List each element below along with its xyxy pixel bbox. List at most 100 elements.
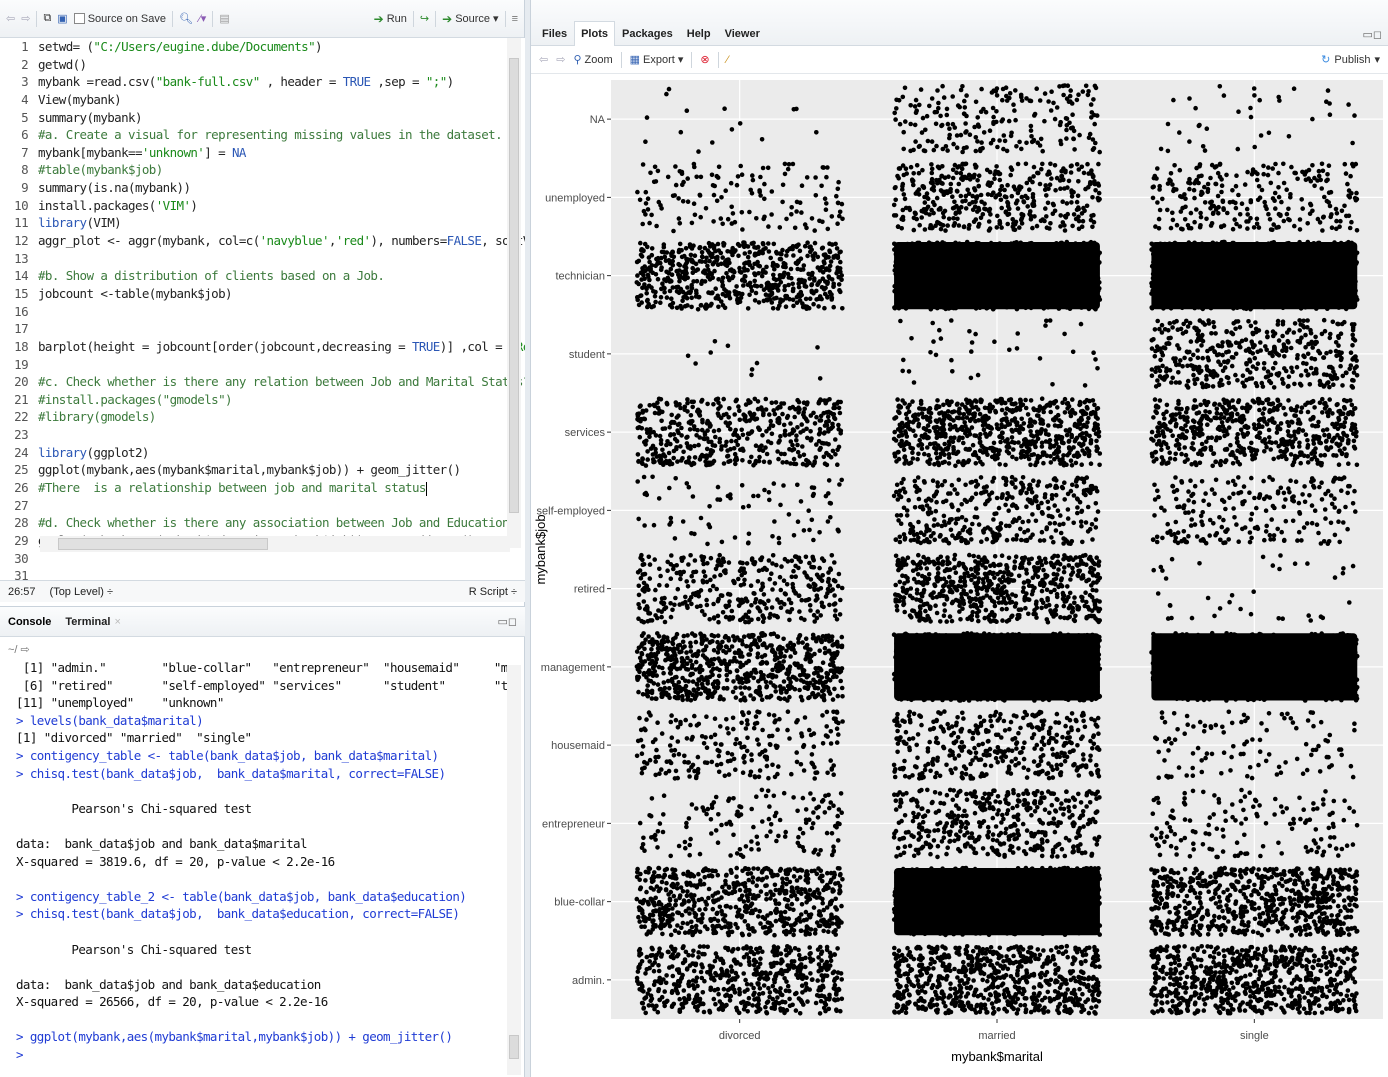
maximize-pane-icon[interactable]: ▭◻ <box>497 615 517 628</box>
editor-line[interactable]: 27 <box>0 497 525 515</box>
show-in-window-icon[interactable]: ⧉ <box>43 12 51 25</box>
point <box>643 201 649 206</box>
editor-vertical-scrollbar[interactable] <box>507 38 521 548</box>
run-button[interactable]: ➔ Run <box>374 13 407 25</box>
editor-line[interactable]: 10 install.packages('VIM') <box>0 197 525 215</box>
editor-line[interactable]: 22 #library(gmodels) <box>0 408 525 426</box>
editor-line[interactable]: 20 #c. Check whether is there any relatio… <box>0 373 525 391</box>
point <box>746 503 751 509</box>
editor-line[interactable]: 16 <box>0 303 525 321</box>
point <box>700 557 706 563</box>
goto-dir-icon[interactable]: ⇨ <box>21 644 30 656</box>
point <box>668 853 673 859</box>
point <box>903 1010 909 1015</box>
tab-packages[interactable]: Packages <box>615 21 680 46</box>
point <box>685 889 690 894</box>
export-button[interactable]: ▦ Export ▾ <box>630 53 684 67</box>
editor-line[interactable]: 1 setwd= ("C:/Users/eugine.dube/Documents… <box>0 38 525 56</box>
tab-viewer[interactable]: Viewer <box>718 21 767 46</box>
editor-line[interactable]: 8 #table(mybank$job) <box>0 161 525 179</box>
point <box>687 852 692 858</box>
source-on-save-checkbox[interactable]: Source on Save <box>73 13 166 25</box>
rerun-button[interactable]: ↪ <box>420 12 429 25</box>
point <box>732 580 737 586</box>
point <box>752 957 757 963</box>
filetype-selector[interactable]: R Script ÷ <box>469 586 517 598</box>
editor-line[interactable]: 24 library(ggplot2) <box>0 444 525 462</box>
scrollbar-thumb[interactable] <box>58 538 268 550</box>
editor-line[interactable]: 21 #install.packages("gmodels") <box>0 391 525 409</box>
remove-plot-icon[interactable]: ⊗ <box>700 53 709 66</box>
search-icon[interactable]: 🔍︎ <box>179 12 193 25</box>
editor-line[interactable]: 6 #a. Create a visual for representing mi… <box>0 126 525 144</box>
tab-help[interactable]: Help <box>680 21 718 46</box>
point <box>809 247 814 253</box>
close-icon[interactable]: × <box>114 616 120 628</box>
editor-line[interactable]: 28 #d. Check whether is there any associa… <box>0 514 525 532</box>
point <box>804 975 809 980</box>
maximize-pane-icon[interactable]: ▭◻ <box>1362 28 1382 41</box>
back-icon[interactable]: ⇦ <box>6 12 15 25</box>
editor-line[interactable]: 31 <box>0 567 525 580</box>
editor-line[interactable]: 25 ggplot(mybank,aes(mybank$marital,myban… <box>0 461 525 479</box>
point <box>652 164 658 170</box>
scope-selector[interactable]: (Top Level) ÷ <box>50 586 114 598</box>
point <box>943 1003 948 1009</box>
editor-line[interactable]: 2 getwd() <box>0 56 525 74</box>
editor-line[interactable]: 23 <box>0 426 525 444</box>
back-icon[interactable]: ⇦ <box>539 53 548 66</box>
editor-line[interactable]: 5 summary(mybank) <box>0 109 525 127</box>
point <box>699 254 705 259</box>
editor-line[interactable]: 30 <box>0 550 525 568</box>
editor-horizontal-scrollbar[interactable] <box>40 536 510 552</box>
compile-report-icon[interactable]: ▤ <box>219 12 229 25</box>
editor-line[interactable]: 26 #There is a relationship between job a… <box>0 479 525 497</box>
code-editor[interactable]: 1 setwd= ("C:/Users/eugine.dube/Documents… <box>0 38 525 580</box>
editor-line[interactable]: 7 mybank[mybank=='unknown'] = NA <box>0 144 525 162</box>
outline-icon[interactable]: ≡ <box>512 13 518 25</box>
forward-icon[interactable]: ⇨ <box>556 53 565 66</box>
point <box>776 833 781 839</box>
tab-console[interactable]: Console <box>8 616 51 628</box>
tab-terminal[interactable]: Terminal × <box>65 616 120 628</box>
tab-files[interactable]: Files <box>535 21 574 46</box>
editor-line[interactable]: 17 <box>0 320 525 338</box>
forward-icon[interactable]: ⇨ <box>21 12 30 25</box>
editor-line[interactable]: 12 aggr_plot <- aggr(mybank, col=c('navyb… <box>0 232 525 250</box>
point <box>661 462 666 468</box>
tab-plots[interactable]: Plots <box>574 21 615 46</box>
editor-line[interactable]: 13 <box>0 250 525 268</box>
editor-line[interactable]: 3 mybank =read.csv("bank-full.csv" , head… <box>0 73 525 91</box>
line-number: 11 <box>14 215 28 231</box>
point <box>672 928 678 933</box>
console-vertical-scrollbar[interactable] <box>507 665 521 1075</box>
editor-line[interactable]: 15 jobcount <-table(mybank$job) <box>0 285 525 303</box>
editor-line[interactable]: 14 #b. Show a distribution of clients bas… <box>0 267 525 285</box>
editor-line[interactable]: 9 summary(is.na(mybank)) <box>0 179 525 197</box>
code-tools-wand-icon[interactable]: ⁄▾ <box>199 12 206 25</box>
point <box>662 867 668 873</box>
point <box>662 290 667 295</box>
point <box>1044 961 1050 966</box>
source-button[interactable]: ➔ Source ▾ <box>442 12 498 26</box>
scrollbar-thumb[interactable] <box>509 1035 519 1059</box>
point <box>986 974 991 979</box>
editor-line[interactable]: 4 View(mybank) <box>0 91 525 109</box>
point <box>716 427 722 433</box>
point <box>835 970 841 975</box>
editor-line[interactable]: 19 <box>0 356 525 374</box>
zoom-button[interactable]: ⚲ Zoom <box>573 53 612 67</box>
point <box>720 556 726 561</box>
run-arrow-icon: ➔ <box>373 11 384 26</box>
editor-line[interactable]: 18 barplot(height = jobcount[order(jobcou… <box>0 338 525 356</box>
scrollbar-thumb[interactable] <box>509 58 519 513</box>
clear-plots-broom-icon[interactable]: ⁄ <box>727 54 729 66</box>
console-output[interactable]: [1] "admin." "blue-collar" "entrepreneur… <box>0 659 508 1077</box>
point <box>713 828 719 833</box>
editor-line[interactable]: 11 library(VIM) <box>0 214 525 232</box>
point <box>746 400 752 406</box>
save-icon[interactable]: ▣ <box>57 12 67 25</box>
point <box>1065 954 1070 960</box>
point <box>685 409 690 414</box>
publish-button[interactable]: ↻ Publish ▾ <box>1321 53 1380 67</box>
